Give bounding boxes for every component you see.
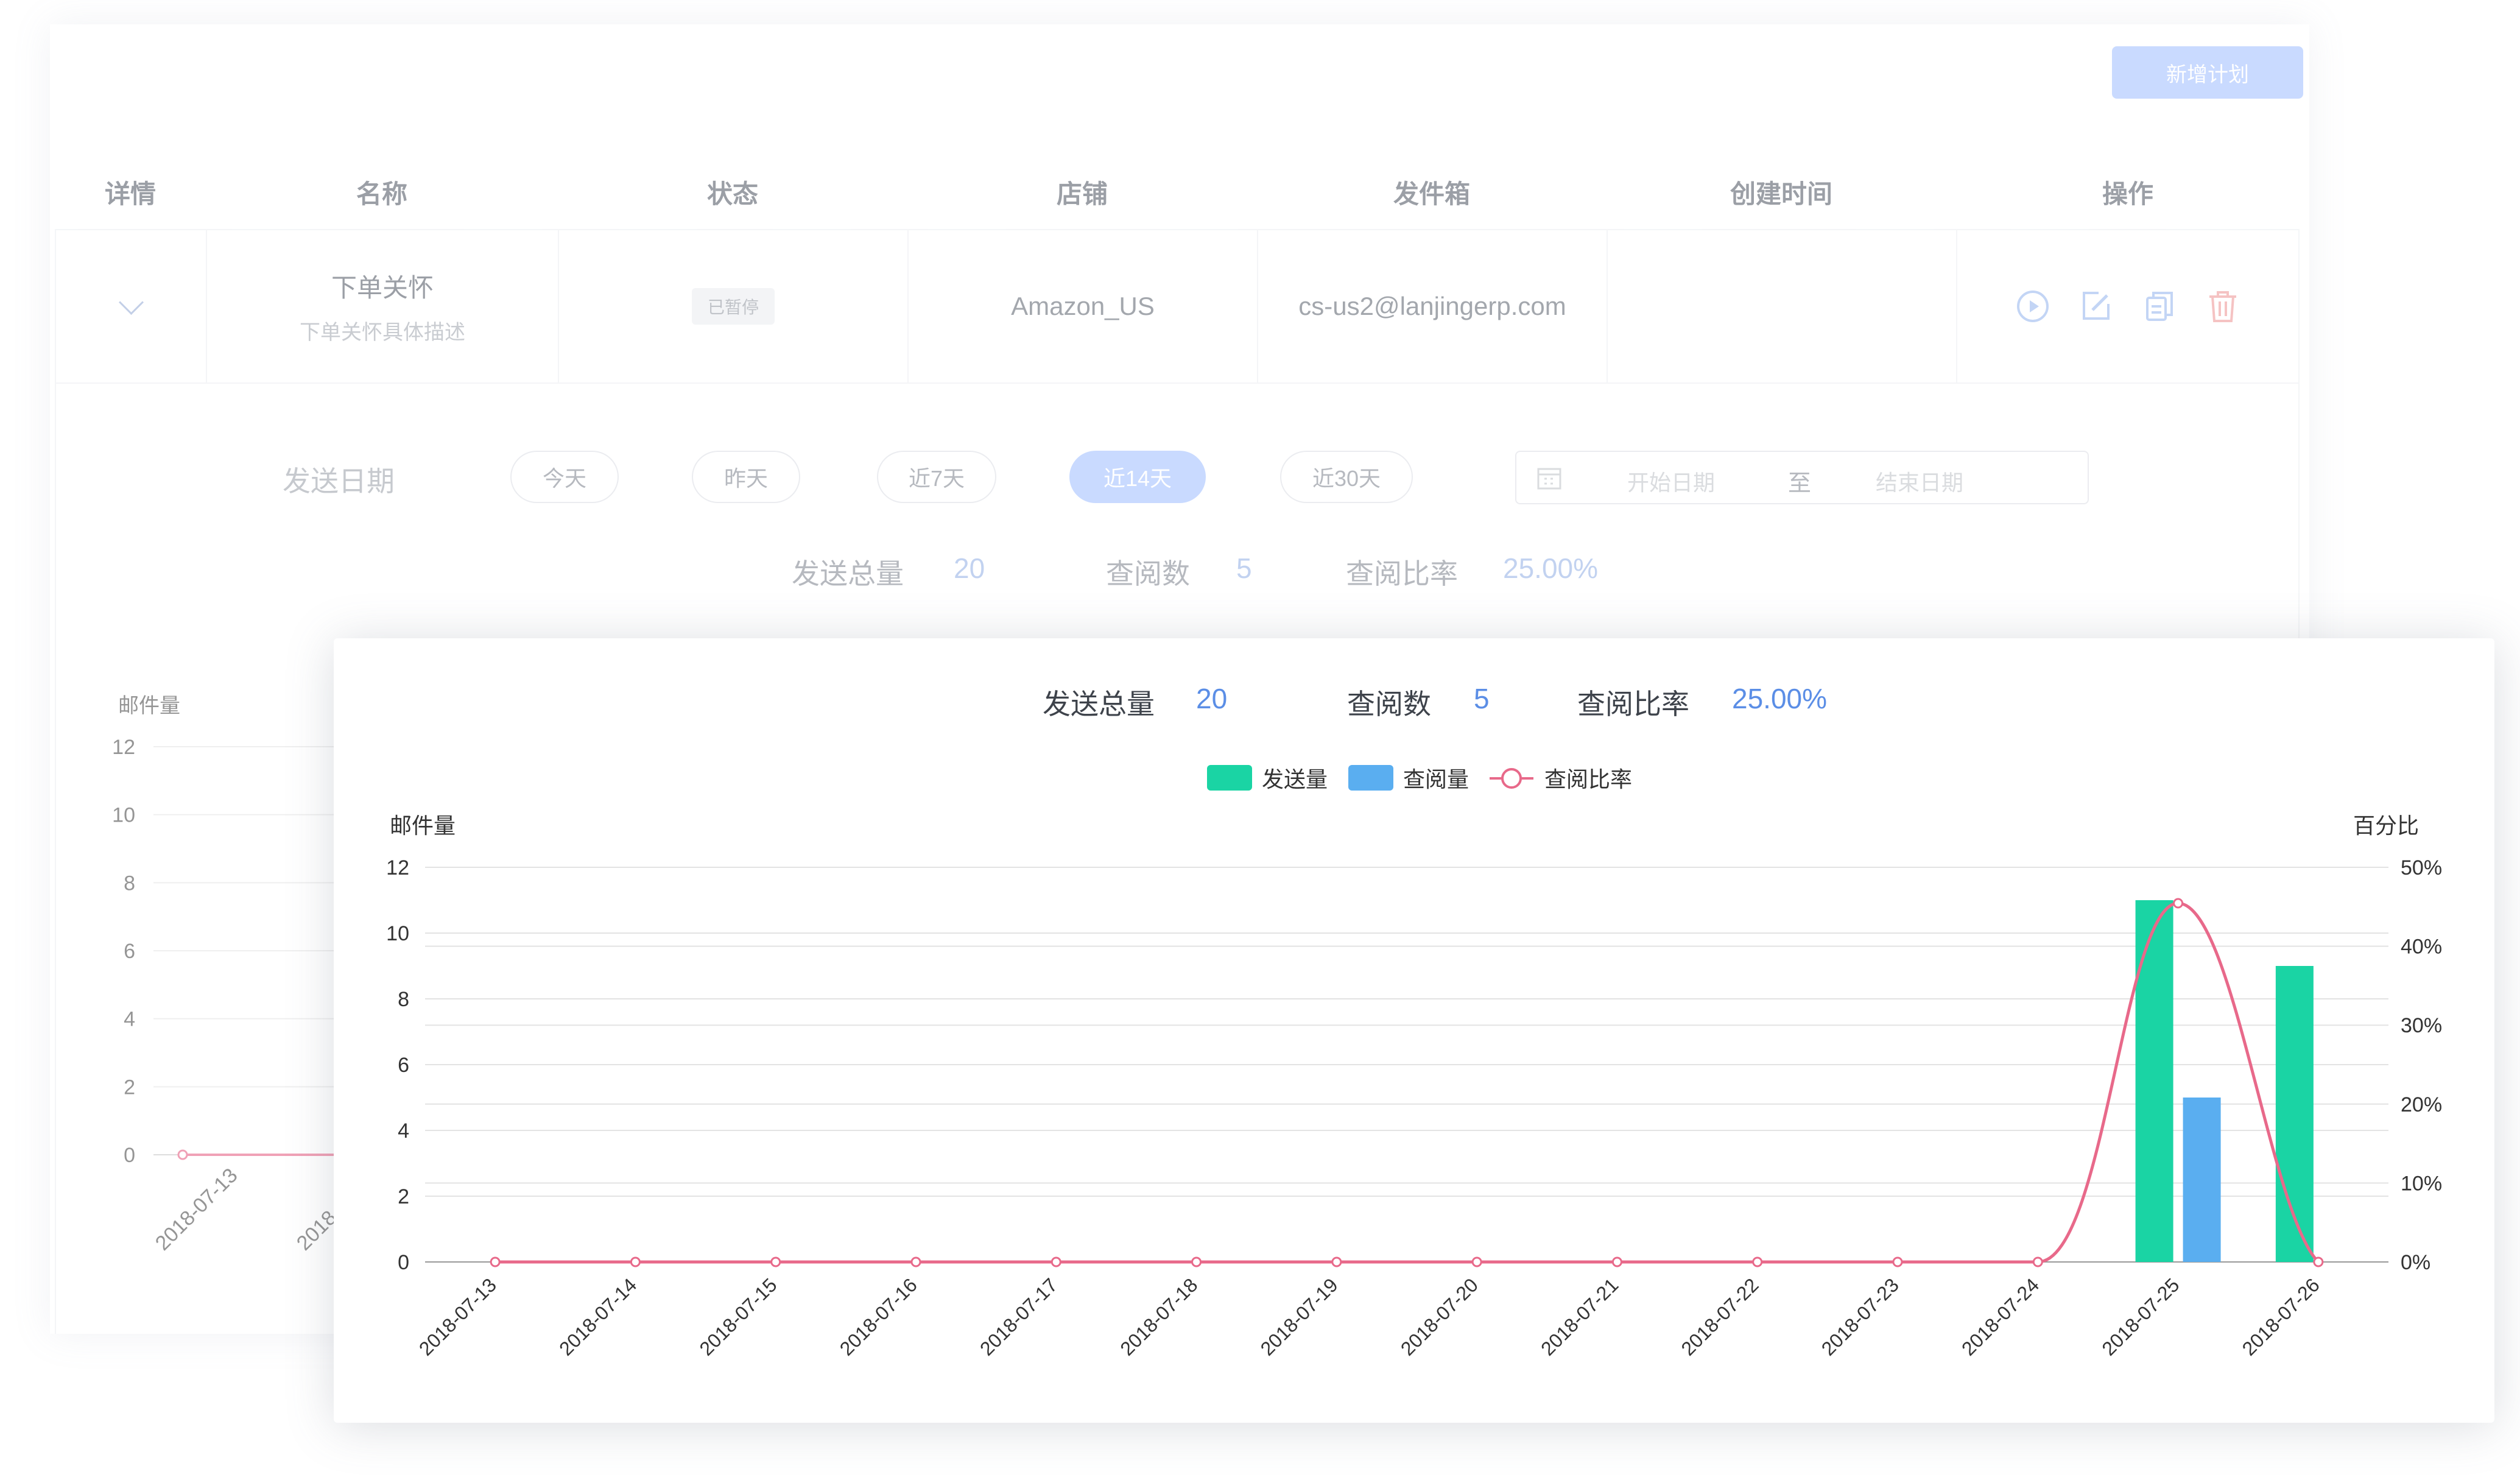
bg-y-tick-label: 6: [124, 940, 135, 963]
created-cell: [1608, 230, 1957, 382]
rate-point: [2313, 1256, 2324, 1267]
legend-label-rate: 查阅比率: [1544, 767, 1632, 792]
bg-y-tick-label: 4: [124, 1008, 135, 1031]
edit-icon[interactable]: [2078, 288, 2114, 325]
plan-description: 下单关怀具体描述: [300, 321, 465, 344]
shop-cell: Amazon_US: [909, 230, 1258, 382]
rate-line: [495, 901, 2320, 1264]
mailbox-cell: cs-us2@lanjingerp.com: [1258, 230, 1608, 382]
column-header-actions: 操作: [2102, 179, 2153, 208]
x-tick-label: 2018-07-17: [976, 1274, 1061, 1359]
bar-sent: [2135, 900, 2173, 1262]
column-header-created: 创建时间: [1730, 179, 1832, 208]
bg-x-tick-label: 2018-07-13: [151, 1164, 242, 1255]
y2-axis-title: 百分比: [2353, 813, 2419, 838]
column-header-status: 状态: [706, 179, 758, 208]
email-statistics-chart: 发送量 查阅量 查阅比率邮件量 百分比 0 2 4 6 8 10 12 0% 10% 20% 30% 40% 5…: [386, 765, 2442, 1360]
legend-swatch-sent: [1207, 765, 1252, 791]
y-tick-label: 10: [386, 922, 409, 945]
trash-icon[interactable]: [2205, 288, 2241, 325]
column-header-detail: 详情: [104, 179, 156, 208]
x-tick-label: 2018-07-20: [1396, 1274, 1482, 1359]
y-tick-label: 2: [398, 1185, 409, 1208]
legend-swatch-read: [1348, 765, 1393, 791]
y-tick-label: 12: [386, 856, 409, 879]
mailbox-address: cs-us2@lanjingerp.com: [1298, 292, 1566, 320]
legend-label-read: 查阅量: [1403, 767, 1469, 792]
rate-point: [1471, 1256, 1482, 1267]
x-tick-label: 2018-07-15: [695, 1274, 781, 1359]
rate-point: [770, 1256, 781, 1267]
bar-read: [2183, 1098, 2221, 1262]
status-cell: 已暂停: [559, 230, 909, 382]
x-tick-label: 2018-07-14: [555, 1274, 641, 1359]
y2-tick-label: 20%: [2401, 1093, 2442, 1116]
actions-cell: [1957, 230, 2298, 382]
column-header-name: 名称: [356, 179, 407, 208]
bg-y-axis-title: 邮件量: [118, 694, 180, 717]
rate-point: [490, 1256, 501, 1267]
bg-y-tick-label: 12: [112, 736, 135, 759]
x-tick-label: 2018-07-22: [1677, 1274, 1762, 1359]
column-header-mailbox: 发件箱: [1393, 179, 1470, 208]
legend-label-sent: 发送量: [1262, 767, 1328, 792]
rate-point: [2173, 898, 2184, 909]
x-tick-label: 2018-07-16: [836, 1274, 921, 1359]
y-tick-label: 4: [398, 1119, 409, 1143]
rate-point: [630, 1256, 641, 1267]
bg-y-tick-label: 8: [124, 872, 135, 895]
x-tick-label: 2018-07-18: [1116, 1274, 1202, 1359]
x-tick-label: 2018-07-21: [1536, 1274, 1622, 1359]
add-plan-button[interactable]: 新增计划: [2112, 46, 2303, 99]
chevron-down-icon: [118, 289, 144, 315]
play-icon[interactable]: [2015, 288, 2051, 325]
rate-point: [1051, 1256, 1061, 1267]
rate-point: [1331, 1256, 1342, 1267]
copy-icon[interactable]: [2141, 288, 2178, 325]
y2-tick-label: 40%: [2401, 936, 2442, 959]
plan-name: 下单关怀: [331, 273, 434, 302]
rate-point: [1191, 1256, 1202, 1267]
x-tick-label: 2018-07-26: [2238, 1274, 2324, 1359]
x-tick-label: 2018-07-23: [1817, 1274, 1903, 1359]
x-tick-label: 2018-07-19: [1256, 1274, 1342, 1359]
chart-legend: 发送量 查阅量 查阅比率: [1207, 765, 1632, 792]
y-tick-label: 6: [398, 1054, 409, 1077]
x-tick-label: 2018-07-13: [415, 1274, 501, 1359]
bg-y-tick-label: 0: [124, 1144, 135, 1167]
rate-point: [910, 1256, 921, 1267]
rate-point: [1892, 1256, 1903, 1267]
rate-point: [2032, 1256, 2043, 1267]
plan-name-cell: 下单关怀 下单关怀具体描述: [207, 230, 559, 382]
bg-y-tick-label: 10: [112, 804, 135, 827]
y-tick-label: 0: [398, 1251, 409, 1274]
y2-tick-label: 10%: [2401, 1172, 2442, 1195]
table-header: 详情 名称 状态 店铺 发件箱 创建时间 操作: [55, 152, 2300, 231]
y-tick-label: 8: [398, 988, 409, 1011]
statistics-card: 发送总量 20 查阅数 5 查阅比率 25.00% 发送量 查阅量 查阅比率 邮件量百…: [334, 638, 2494, 1423]
x-tick-label: 2018-07-25: [2097, 1274, 2183, 1359]
shop-name: Amazon_US: [1011, 292, 1155, 320]
rate-point: [1752, 1256, 1763, 1267]
y-axis-title: 邮件量: [390, 813, 456, 838]
bg-rate-point: [177, 1149, 188, 1160]
y2-tick-label: 50%: [2401, 856, 2442, 879]
rate-point: [1611, 1256, 1622, 1267]
table-row: 下单关怀 下单关怀具体描述 已暂停 Amazon_US cs-us2@lanji…: [55, 229, 2300, 384]
legend-marker-rate: [1501, 768, 1522, 789]
status-badge: 已暂停: [691, 288, 775, 325]
column-header-shop: 店铺: [1056, 179, 1108, 208]
x-tick-label: 2018-07-24: [1957, 1274, 2043, 1359]
bg-y-tick-label: 2: [124, 1076, 135, 1099]
y2-tick-label: 30%: [2401, 1014, 2442, 1037]
expand-toggle[interactable]: [56, 230, 207, 382]
y2-tick-label: 0%: [2401, 1251, 2430, 1274]
